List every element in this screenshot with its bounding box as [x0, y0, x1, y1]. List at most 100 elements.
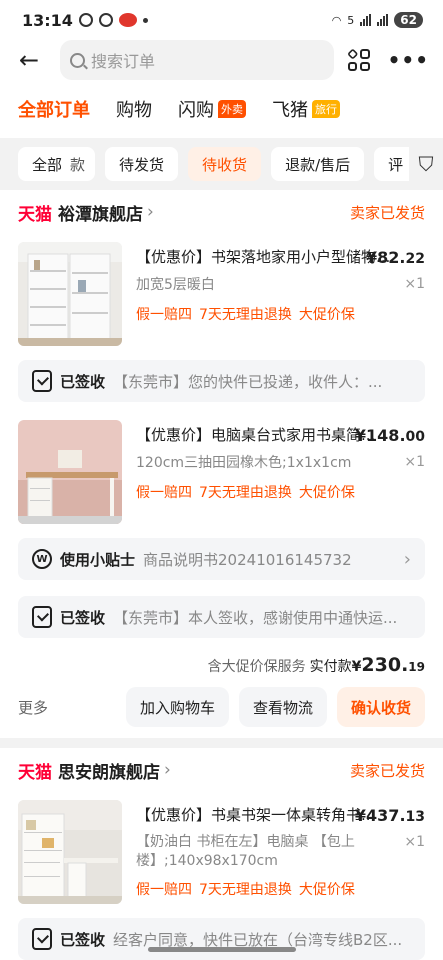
product-sku: 120cm三抽田园橡木色;1x1x1cm [136, 455, 352, 471]
filter-icon[interactable]: ⛉ [409, 138, 443, 190]
tab-shopping[interactable]: 购物 [116, 96, 152, 122]
add-to-cart-button[interactable]: 加入购物车 [125, 687, 229, 727]
tab-flash-label: 闪购 [178, 100, 214, 121]
logistics-status[interactable]: 已签收 【东莞市】您的快件已投递，收件人：... [18, 360, 425, 402]
wechat-icon [78, 13, 93, 27]
service-tag: 大促价保 [298, 882, 355, 898]
service-tag: 假一赔四 [136, 307, 192, 323]
signal-2-icon [377, 14, 389, 26]
search-input[interactable]: 搜索订单 [60, 40, 334, 80]
order-status: 卖家已发货 [349, 203, 425, 222]
product-quantity: ×1 [404, 454, 425, 470]
network-type-label: 5 [347, 13, 355, 27]
logistics-status[interactable]: 已签收 经客户同意，快件已放在（台湾专线B2区... [18, 918, 425, 960]
tip-label: 使用小贴士 [60, 550, 136, 569]
product-sku: 加宽5层暖白 [136, 277, 215, 293]
product-image-desk-shelf [18, 800, 122, 904]
service-tag: 7天无理由退换 [199, 882, 292, 898]
status-filter-chips: 全部 款 待发货 待收货 退款/售后 评 ⛉ [0, 138, 443, 190]
signal-icon [360, 14, 372, 26]
status-time: 13:14 [22, 10, 73, 30]
tab-flash-badge: 外卖 [218, 100, 246, 118]
order-item[interactable]: 【优惠价】书架落地家用小户型储物... 加宽5层暖白 假一赔四 7天无理由退换 … [18, 234, 425, 350]
service-tag: 7天无理由退换 [199, 307, 292, 323]
confirm-receipt-button[interactable]: 确认收货 [336, 687, 425, 727]
card-divider [0, 738, 443, 748]
chip-refund[interactable]: 退款/售后 [271, 147, 365, 181]
product-price: ¥82.22 [366, 248, 425, 267]
total-currency: ¥ [351, 659, 362, 675]
tab-fliggy-badge: 旅行 [312, 100, 340, 118]
product-image-bookshelf [18, 242, 122, 346]
signed-clipboard-icon [32, 928, 52, 950]
tab-fliggy[interactable]: 飞猪 旅行 [272, 96, 340, 122]
notification-dot-icon [142, 17, 148, 23]
logistics-label: 已签收 [60, 372, 106, 391]
service-tag: 大促价保 [298, 485, 355, 501]
order-card: 天猫 思安朗旗舰店 › 卖家已发货 【优惠价】书桌书架一体桌转角书... 【奶油… [0, 748, 443, 960]
logistics-label: 已签收 [60, 930, 106, 949]
shop-header[interactable]: 天猫 思安朗旗舰店 › 卖家已发货 [18, 748, 425, 792]
apps-grid-icon[interactable] [347, 48, 370, 71]
order-total: 含大促价保服务 实付款 ¥ 230. 19 [18, 648, 425, 676]
chevron-right-icon: › [147, 202, 154, 222]
tip-detail: 商品说明书20241016145732 [143, 550, 352, 569]
service-tag: 假一赔四 [136, 485, 192, 501]
tab-fliggy-label: 飞猪 [272, 100, 308, 121]
top-bar: ← 搜索订单 ••• [0, 40, 443, 80]
product-quantity: ×1 [404, 834, 425, 850]
view-logistics-button[interactable]: 查看物流 [238, 687, 327, 727]
back-arrow-icon[interactable]: ← [14, 45, 44, 75]
order-item[interactable]: 【优惠价】电脑桌台式家用书桌简... 120cm三抽田园橡木色;1x1x1cm … [18, 412, 425, 528]
product-quantity: ×1 [404, 276, 425, 292]
price-decimal: 13 [405, 809, 425, 825]
tab-all-orders-label: 全部订单 [18, 100, 90, 121]
service-tag: 假一赔四 [136, 882, 192, 898]
tip-bulb-icon: W [32, 549, 52, 569]
signed-clipboard-icon [32, 370, 52, 392]
service-tag: 大促价保 [298, 307, 355, 323]
tab-shopping-label: 购物 [116, 100, 152, 121]
order-tabs: 全部订单 购物 闪购 外卖 飞猪 旅行 [0, 80, 443, 138]
tab-all-orders[interactable]: 全部订单 [18, 96, 90, 122]
signed-clipboard-icon [32, 606, 52, 628]
shop-header[interactable]: 天猫 裕潭旗舰店 › 卖家已发货 [18, 190, 425, 234]
product-price: ¥148.00 [355, 426, 425, 445]
chevron-right-icon: › [164, 760, 171, 780]
search-placeholder: 搜索订单 [91, 52, 156, 71]
price-integer: ¥437. [354, 806, 406, 825]
product-title: 【优惠价】书架落地家用小户型储物... [136, 248, 391, 266]
logistics-status[interactable]: 已签收 【东莞市】本人签收，感谢使用中通快运... [18, 596, 425, 638]
logistics-detail: 【东莞市】本人签收，感谢使用中通快运... [113, 608, 398, 627]
service-tags: 假一赔四 7天无理由退换 大促价保 [136, 304, 390, 324]
tab-flash[interactable]: 闪购 外卖 [178, 96, 246, 122]
service-tags: 假一赔四 7天无理由退换 大促价保 [136, 482, 375, 502]
chip-to-ship[interactable]: 待发货 [105, 147, 179, 181]
order-actions: 更多 加入购物车 查看物流 确认收货 [18, 676, 425, 738]
chevron-right-icon: › [403, 548, 411, 570]
price-decimal: 00 [405, 429, 425, 445]
total-note: 含大促价保服务 [207, 659, 306, 675]
product-price: ¥437.13 [355, 806, 425, 825]
order-item[interactable]: 【优惠价】书桌书架一体桌转角书... 【奶油白 书柜在左】电脑桌 【包上楼】;1… [18, 792, 425, 908]
product-title: 【优惠价】书桌书架一体桌转角书... [136, 806, 376, 824]
chip-all[interactable]: 全部 [18, 147, 71, 181]
service-tag: 7天无理由退换 [199, 485, 292, 501]
service-tags: 假一赔四 7天无理由退换 大促价保 [136, 879, 375, 899]
price-integer: ¥148. [354, 426, 406, 445]
price-integer: ¥82. [366, 248, 406, 267]
home-indicator[interactable] [148, 947, 296, 952]
chip-to-receive[interactable]: 待收货 [188, 147, 262, 181]
shop-name: 裕潭旗舰店 [58, 204, 143, 225]
total-label: 实付款 [309, 659, 352, 675]
search-icon [70, 52, 85, 68]
usage-tip[interactable]: W 使用小贴士 商品说明书20241016145732 › [18, 538, 425, 580]
product-title: 【优惠价】电脑桌台式家用书桌简... [136, 426, 376, 444]
price-decimal: 22 [405, 251, 425, 267]
status-bar: 13:14 ◠ 5 62 [0, 0, 443, 40]
chip-partial[interactable]: 款 [70, 147, 96, 181]
order-status: 卖家已发货 [349, 761, 425, 780]
more-actions-link[interactable]: 更多 [18, 697, 48, 718]
total-cents: 19 [408, 660, 425, 674]
more-options-icon[interactable]: ••• [388, 48, 429, 72]
